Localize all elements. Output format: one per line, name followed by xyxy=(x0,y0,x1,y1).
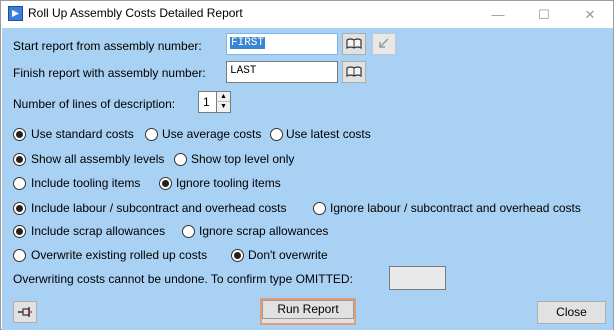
title-bar: Roll Up Assembly Costs Detailed Report —… xyxy=(1,1,613,28)
include-tooling-label: Include tooling items xyxy=(31,176,141,190)
radio-dont-overwrite[interactable] xyxy=(231,249,244,262)
start-assembly-input[interactable]: FIRST xyxy=(226,33,338,55)
overwrite-label: Overwrite existing rolled up costs xyxy=(31,248,208,262)
radio-latest-costs[interactable] xyxy=(270,128,283,141)
radio-ignore-labour[interactable] xyxy=(313,202,326,215)
pin-button[interactable] xyxy=(13,301,37,323)
top-level-only-label: Show top level only xyxy=(191,152,295,166)
report-dialog: Roll Up Assembly Costs Detailed Report —… xyxy=(0,0,614,330)
close-button[interactable]: Close xyxy=(537,301,606,324)
radio-all-levels[interactable] xyxy=(13,153,26,166)
radio-include-labour[interactable] xyxy=(13,202,26,215)
description-lines-value: 1 xyxy=(203,95,210,109)
book-icon xyxy=(346,66,362,78)
radio-overwrite[interactable] xyxy=(13,249,26,262)
book-icon xyxy=(346,38,362,50)
run-report-button[interactable]: Run Report xyxy=(260,298,356,325)
start-assembly-value: FIRST xyxy=(230,37,266,49)
close-icon: ✕ xyxy=(584,7,596,22)
window-title: Roll Up Assembly Costs Detailed Report xyxy=(28,6,243,20)
radio-ignore-scrap[interactable] xyxy=(182,225,195,238)
start-lookup-button[interactable] xyxy=(342,33,366,55)
start-label: Start report from assembly number: xyxy=(13,39,202,53)
latest-costs-label: Use latest costs xyxy=(286,127,371,141)
ignore-labour-label: Ignore labour / subcontract and overhead… xyxy=(330,201,581,215)
finish-assembly-value: LAST xyxy=(230,65,257,77)
minimize-icon: — xyxy=(491,7,505,22)
dialog-body: Start report from assembly number: FIRST… xyxy=(2,28,613,330)
ignore-scrap-label: Ignore scrap allowances xyxy=(199,224,329,238)
radio-top-level-only[interactable] xyxy=(174,153,187,166)
pin-icon xyxy=(18,307,32,317)
radio-average-costs[interactable] xyxy=(145,128,158,141)
include-labour-label: Include labour / subcontract and overhea… xyxy=(31,201,287,215)
close-label: Close xyxy=(556,305,587,319)
radio-include-scrap[interactable] xyxy=(13,225,26,238)
radio-include-tooling[interactable] xyxy=(13,177,26,190)
radio-standard-costs[interactable] xyxy=(13,128,26,141)
maximize-button[interactable]: ☐ xyxy=(521,1,567,28)
start-first-button[interactable] xyxy=(372,33,396,55)
finish-assembly-input[interactable]: LAST xyxy=(226,61,338,83)
finish-label: Finish report with assembly number: xyxy=(13,66,206,80)
spin-down-icon[interactable]: ▼ xyxy=(216,102,230,112)
description-lines-spinner[interactable]: 1 ▲ ▼ xyxy=(198,91,231,113)
spin-up-icon[interactable]: ▲ xyxy=(216,92,230,102)
description-lines-label: Number of lines of description: xyxy=(13,97,176,111)
finish-lookup-button[interactable] xyxy=(342,61,366,83)
arrow-down-left-icon xyxy=(379,38,389,48)
dont-overwrite-label: Don't overwrite xyxy=(248,248,328,262)
all-levels-label: Show all assembly levels xyxy=(31,152,165,166)
minimize-button[interactable]: — xyxy=(475,1,521,28)
include-scrap-label: Include scrap allowances xyxy=(31,224,166,238)
radio-ignore-tooling[interactable] xyxy=(159,177,172,190)
standard-costs-label: Use standard costs xyxy=(31,127,134,141)
close-window-button[interactable]: ✕ xyxy=(567,1,613,28)
confirm-label: Overwriting costs cannot be undone. To c… xyxy=(13,272,353,286)
confirm-input[interactable] xyxy=(389,266,446,290)
maximize-icon: ☐ xyxy=(538,7,550,22)
average-costs-label: Use average costs xyxy=(162,127,262,141)
ignore-tooling-label: Ignore tooling items xyxy=(176,176,281,190)
run-report-label: Run Report xyxy=(262,300,354,319)
app-icon xyxy=(8,6,23,21)
